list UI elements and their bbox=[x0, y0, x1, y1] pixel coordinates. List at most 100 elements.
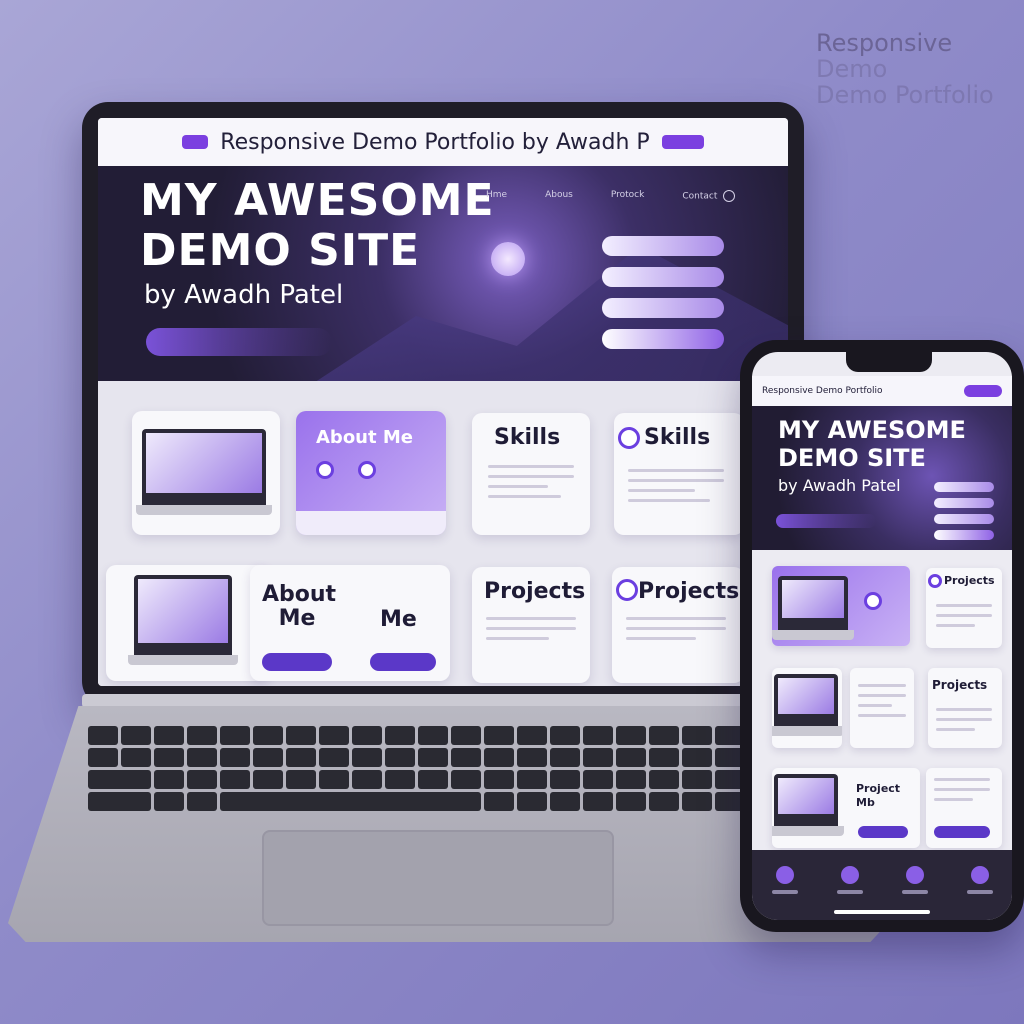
skills-icon bbox=[618, 427, 640, 449]
home-icon bbox=[775, 866, 794, 884]
card-laptop-preview[interactable] bbox=[132, 411, 280, 535]
watermark-line-1: Responsive bbox=[816, 29, 953, 57]
phone-card-badges[interactable] bbox=[850, 668, 914, 748]
about-me-button[interactable] bbox=[262, 653, 332, 671]
phone-screen: Responsive Demo Portfolio MY AWESOME DEM… bbox=[752, 352, 1012, 920]
title-badge-right[interactable] bbox=[661, 135, 704, 149]
phone-card-contact[interactable] bbox=[926, 768, 1002, 848]
hero-button-1[interactable] bbox=[602, 236, 724, 256]
phone-hero-title: MY AWESOME DEMO SITE bbox=[778, 416, 966, 472]
projects-icon bbox=[616, 579, 638, 601]
contact-button[interactable] bbox=[934, 826, 990, 838]
project-button[interactable] bbox=[858, 826, 908, 838]
card-title: About Me bbox=[316, 427, 413, 448]
laptop-page-title: Responsive Demo Portfolio by Awadh P bbox=[220, 129, 650, 155]
mail-icon bbox=[970, 866, 989, 884]
bottom-nav-about[interactable] bbox=[836, 866, 863, 894]
card-title-me: Me bbox=[380, 607, 417, 632]
laptop-title-bar: Responsive Demo Portfolio by Awadh P bbox=[98, 118, 788, 166]
bottom-nav-home[interactable] bbox=[771, 866, 798, 894]
trackpad bbox=[262, 830, 614, 926]
laptop-thumbnail bbox=[772, 674, 842, 736]
hero-nav: Hme Abous Protock Contact bbox=[486, 190, 736, 202]
laptop-thumbnail bbox=[136, 429, 272, 515]
hero-subtitle: by Awadh Patel bbox=[144, 280, 344, 310]
hero-cta-button[interactable] bbox=[146, 328, 332, 356]
card-text-lines bbox=[488, 465, 574, 505]
laptop-thumbnail bbox=[772, 774, 844, 836]
watermark-line-2: Demo bbox=[816, 55, 888, 83]
phone-hero-title-line-2: DEMO SITE bbox=[778, 444, 926, 472]
nav-item-projects[interactable]: Protock bbox=[611, 190, 644, 202]
card-text-lines bbox=[936, 708, 992, 738]
card-title: Projects bbox=[944, 574, 995, 587]
title-badge-left bbox=[182, 135, 209, 149]
user-icon bbox=[316, 461, 334, 479]
phone-hero-buttons bbox=[934, 482, 994, 540]
laptop-screen: Responsive Demo Portfolio by Awadh P MY … bbox=[98, 118, 788, 686]
phone-hero-title-line-1: MY AWESOME bbox=[778, 416, 966, 444]
menu-button[interactable] bbox=[964, 385, 1002, 397]
card-text-lines bbox=[936, 604, 992, 634]
phone-hero: MY AWESOME DEMO SITE by Awadh Patel bbox=[752, 406, 1012, 550]
card-about-me-2[interactable]: About Me Me bbox=[250, 565, 450, 681]
phone-title-bar: Responsive Demo Portfolio bbox=[752, 376, 1012, 406]
card-title: Skills bbox=[494, 425, 561, 450]
keyboard bbox=[88, 726, 778, 826]
card-title: About Me bbox=[262, 582, 337, 631]
nav-item-home[interactable]: Hme bbox=[486, 190, 507, 202]
hero-moon-graphic bbox=[491, 242, 525, 276]
phone-card-project-mb[interactable]: Project Mb bbox=[772, 768, 920, 848]
phone-hero-button-3[interactable] bbox=[934, 514, 994, 524]
nav-item-contact[interactable]: Contact bbox=[682, 190, 736, 202]
phone-card-projects-2[interactable]: Projects bbox=[928, 668, 1002, 748]
card-text-lines bbox=[626, 617, 726, 647]
phone-hero-subtitle: by Awadh Patel bbox=[778, 476, 901, 495]
card-footer bbox=[296, 511, 446, 535]
hero-title-line-1: MY AWESOME bbox=[140, 175, 495, 226]
me-button[interactable] bbox=[370, 653, 436, 671]
card-title: Projects bbox=[638, 579, 740, 604]
card-text-lines bbox=[934, 778, 990, 808]
info-icon bbox=[358, 461, 376, 479]
nav-item-about[interactable]: Abous bbox=[545, 190, 573, 202]
hero-button-3[interactable] bbox=[602, 298, 724, 318]
phone-card-preview[interactable] bbox=[772, 566, 910, 646]
hero-button-2[interactable] bbox=[602, 267, 724, 287]
hero-button-stack bbox=[602, 236, 724, 349]
projects-icon bbox=[928, 574, 942, 588]
card-text-lines bbox=[486, 617, 576, 647]
bottom-nav-contact[interactable] bbox=[966, 866, 993, 894]
card-title: Projects bbox=[484, 579, 586, 604]
phone-hero-cta[interactable] bbox=[776, 514, 876, 528]
card-text-lines bbox=[628, 469, 724, 509]
corner-watermark: Responsive Demo Demo Portfolio bbox=[816, 30, 1006, 108]
bottom-nav-projects[interactable] bbox=[901, 866, 928, 894]
phone-hero-button-1[interactable] bbox=[934, 482, 994, 492]
card-text-lines bbox=[858, 684, 906, 724]
hero-button-4[interactable] bbox=[602, 329, 724, 349]
phone-card-projects[interactable]: Projects bbox=[926, 568, 1002, 648]
card-projects[interactable]: Projects bbox=[472, 567, 590, 683]
card-title: Project Mb bbox=[856, 782, 901, 809]
card-skills[interactable]: Skills bbox=[472, 413, 590, 535]
phone-hero-button-2[interactable] bbox=[934, 498, 994, 508]
hero-title: MY AWESOME DEMO SITE bbox=[140, 176, 495, 276]
phone-card-laptop[interactable] bbox=[772, 668, 842, 748]
card-skills-2[interactable]: Skills bbox=[614, 413, 744, 535]
card-projects-2[interactable]: Projects bbox=[612, 567, 744, 683]
laptop-card-grid: About Me Skills Skills About Me Me Proje… bbox=[98, 381, 788, 686]
phone-notch bbox=[846, 352, 932, 372]
user-icon bbox=[840, 866, 859, 884]
phone-page-title: Responsive Demo Portfolio bbox=[762, 386, 883, 396]
home-indicator bbox=[834, 910, 930, 914]
laptop-thumbnail bbox=[772, 576, 854, 640]
card-about-me[interactable]: About Me bbox=[296, 411, 446, 535]
watermark-line-3: Demo Portfolio bbox=[816, 81, 994, 109]
card-laptop-preview-2[interactable] bbox=[106, 565, 270, 681]
grid-icon bbox=[905, 866, 924, 884]
phone-hero-button-4[interactable] bbox=[934, 530, 994, 540]
card-title: Skills bbox=[644, 425, 711, 450]
laptop-hero: MY AWESOME DEMO SITE by Awadh Patel Hme … bbox=[98, 166, 788, 381]
info-icon bbox=[723, 190, 736, 202]
